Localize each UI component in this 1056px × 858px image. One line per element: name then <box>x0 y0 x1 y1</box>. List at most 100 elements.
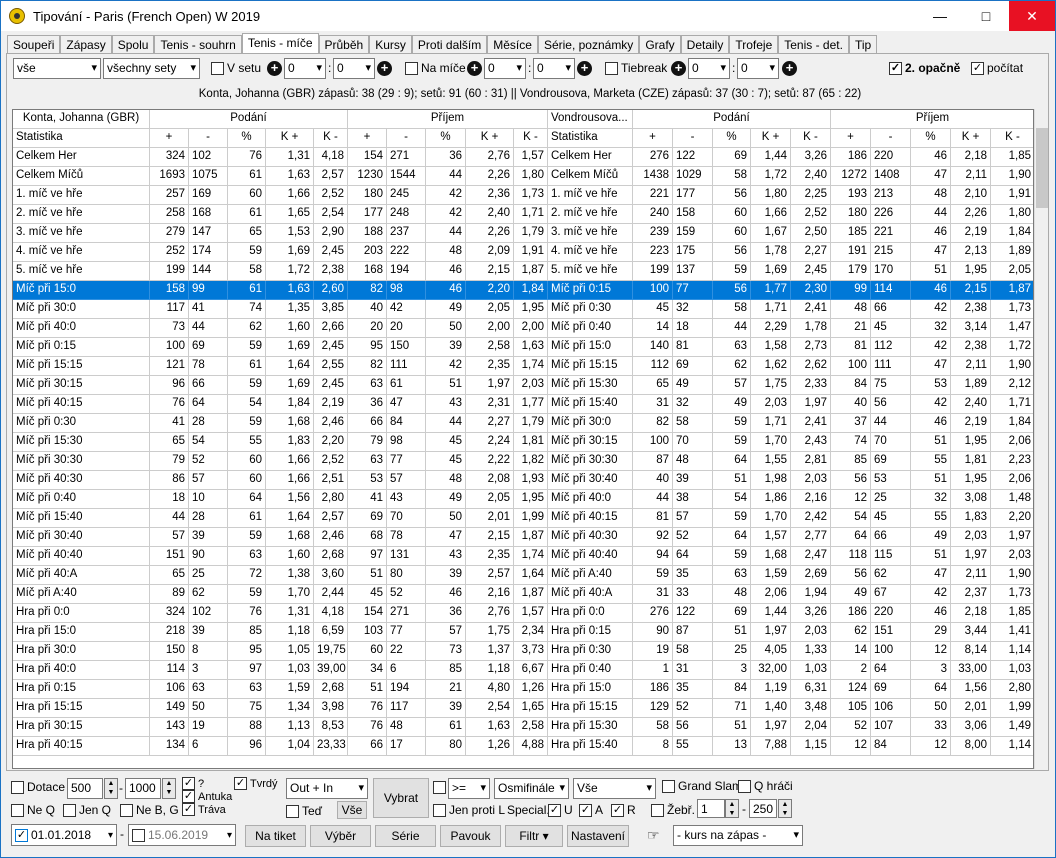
serie-button[interactable]: Série <box>375 825 436 847</box>
gte-checkbox[interactable] <box>433 781 449 794</box>
a-checkbox[interactable]: ✓ A <box>579 803 603 817</box>
jen-proti-l-checkbox[interactable]: Jen proti L <box>433 803 505 817</box>
tab-8[interactable]: Měsíce <box>487 35 538 53</box>
table-row[interactable]: 1. míč ve hře 257 169 60 1,66 2,52 180 245 42 2,3… <box>13 186 1033 205</box>
v-setu-b-select[interactable]: 0 <box>333 58 375 79</box>
out-in-select[interactable]: Out + In <box>286 778 368 799</box>
table-row[interactable]: Míč při A:40 89 62 59 1,70 2,44 45 52 46 2,16 1,87… <box>13 585 1033 604</box>
ne-q-checkbox[interactable]: Ne Q <box>11 803 55 817</box>
table-row[interactable]: 5. míč ve hře 199 144 58 1,72 2,38 168 194 46 2,1… <box>13 262 1033 281</box>
tab-13[interactable]: Tenis - det. <box>778 35 849 53</box>
opacne-checkbox[interactable]: ✓ 2. opačně <box>889 61 960 75</box>
table-row[interactable]: Míč při 0:30 41 28 59 1,68 2,46 66 84 44 2,27 1,79… <box>13 414 1033 433</box>
jen-q-checkbox[interactable]: Jen Q <box>63 803 111 817</box>
grand-slam-checkbox[interactable]: Grand Slam <box>662 779 742 793</box>
u-checkbox[interactable]: ✓ U <box>548 803 573 817</box>
na-mice-a-select[interactable]: 0 <box>484 58 526 79</box>
tab-14[interactable]: Tip <box>848 35 878 53</box>
table-row[interactable]: Míč při 0:15 100 69 59 1,69 2,45 95 150 39 2,58 1,… <box>13 338 1033 357</box>
zebr-from-input[interactable]: 1 <box>697 799 725 818</box>
trava-checkbox[interactable]: ✓ Tráva <box>182 803 226 816</box>
zebr-to-input[interactable]: 250 <box>749 799 777 818</box>
table-row[interactable]: Míč při 15:0 158 99 61 1,63 2,60 82 98 46 2,20 1,8… <box>13 281 1033 300</box>
gte-select[interactable]: >= <box>448 778 490 799</box>
antuka-checkbox[interactable]: ✓ Antuka <box>182 790 232 803</box>
tb-b-select[interactable]: 0 <box>737 58 779 79</box>
table-row[interactable]: Míč při 40:A 65 25 72 1,38 3,60 51 80 39 2,57 1,64… <box>13 566 1033 585</box>
table-row[interactable]: Míč při 30:15 96 66 59 1,69 2,45 63 61 51 1,97 2,0… <box>13 376 1033 395</box>
nastaveni-button[interactable]: Nastavení <box>567 825 629 847</box>
kurs-select[interactable]: - kurs na zápas - <box>673 825 803 846</box>
table-row[interactable]: Hra při 30:0 150 8 95 1,05 19,75 60 22 73 1,37 3,7… <box>13 642 1033 661</box>
ted-checkbox[interactable]: Teď <box>286 804 322 818</box>
table-row[interactable]: Míč při 30:30 79 52 60 1,66 2,52 63 77 45 2,22 1,8… <box>13 452 1033 471</box>
r-checkbox[interactable]: ✓ R <box>611 803 636 817</box>
tab-12[interactable]: Trofeje <box>729 35 779 53</box>
vertical-scrollbar[interactable] <box>1034 109 1048 769</box>
sets-select[interactable]: všechny sety <box>103 58 200 79</box>
table-row[interactable]: 4. míč ve hře 252 174 59 1,69 2,45 203 222 48 2,0… <box>13 243 1033 262</box>
dotace-to-spin[interactable]: ▲ ▼ <box>162 778 176 799</box>
na-tiket-button[interactable]: Na tiket <box>245 825 306 847</box>
ne-b-g-checkbox[interactable]: Ne B, G <box>120 803 179 817</box>
na-mice-b-select[interactable]: 0 <box>533 58 575 79</box>
table-row[interactable]: Míč při 40:15 76 64 54 1,84 2,19 36 47 43 2,31 1,7… <box>13 395 1033 414</box>
date-to-input[interactable]: 15.06.2019 ▾ <box>128 824 236 846</box>
q-hraci-checkbox[interactable]: Q hráči <box>738 779 793 793</box>
table-row[interactable]: Hra při 15:0 218 39 85 1,18 6,59 103 77 57 1,75 2,… <box>13 623 1033 642</box>
vse-button[interactable]: Vše <box>337 801 367 819</box>
vyber-button[interactable]: Výběr <box>310 825 371 847</box>
tab-10[interactable]: Grafy <box>639 35 681 53</box>
minimize-button[interactable]: — <box>917 1 963 31</box>
table-row[interactable]: 3. míč ve hře 279 147 65 1,53 2,90 188 237 44 2,2… <box>13 224 1033 243</box>
v-setu-plus2-icon[interactable]: + <box>377 61 392 76</box>
table-row[interactable]: Hra při 40:0 114 3 97 1,03 39,00 34 6 85 1,18 6,67… <box>13 661 1033 680</box>
tiebreak-checkbox[interactable]: Tiebreak <box>605 61 667 75</box>
tiebreak-plus2-icon[interactable]: + <box>782 61 797 76</box>
tab-11[interactable]: Detaily <box>680 35 730 53</box>
table-row[interactable]: Míč při 15:40 44 28 61 1,64 2,57 69 70 50 2,01 1,9… <box>13 509 1033 528</box>
v-setu-a-select[interactable]: 0 <box>284 58 326 79</box>
table-row[interactable]: Hra při 15:15 149 50 75 1,34 3,98 76 117 39 2,54 1… <box>13 699 1033 718</box>
table-row[interactable]: Hra při 40:15 134 6 96 1,04 23,33 66 17 80 1,26 4,… <box>13 737 1033 756</box>
tab-3[interactable]: Tenis - souhrn <box>154 35 242 53</box>
na-mice-plus2-icon[interactable]: + <box>577 61 592 76</box>
tiebreak-plus-icon[interactable]: + <box>671 61 686 76</box>
tab-7[interactable]: Proti dalším <box>411 35 488 53</box>
table-row[interactable]: Míč při 40:0 73 44 62 1,60 2,66 20 20 50 2,00 2,00… <box>13 319 1033 338</box>
v-setu-checkbox[interactable]: V setu <box>211 61 261 75</box>
table-row[interactable]: Míč při 0:40 18 10 64 1,56 2,80 41 43 49 2,05 1,95… <box>13 490 1033 509</box>
vse-select[interactable]: Vše <box>573 778 656 799</box>
pocitat-checkbox[interactable]: ✓ počítat <box>971 61 1023 75</box>
table-row[interactable]: Míč při 40:30 86 57 60 1,66 2,51 53 57 48 2,08 1,9… <box>13 471 1033 490</box>
table-row[interactable]: Hra při 30:15 143 19 88 1,13 8,53 76 48 61 1,63 2,… <box>13 718 1033 737</box>
scope-select[interactable]: vše <box>13 58 101 79</box>
table-row[interactable]: Hra při 0:0 324 102 76 1,31 4,18 154 271 36 2,76 1… <box>13 604 1033 623</box>
v-setu-plus-icon[interactable]: + <box>267 61 282 76</box>
dotace-from-spin[interactable]: ▲ ▼ <box>104 778 118 799</box>
zebr-to-spin[interactable]: ▲ ▼ <box>778 799 792 818</box>
table-row[interactable]: Celkem Míčů 1693 1075 61 1,63 2,57 1230 1544 44 2… <box>13 167 1033 186</box>
tab-4[interactable]: Tenis - míče <box>241 33 319 53</box>
table-row[interactable]: Míč při 30:0 117 41 74 1,35 3,85 40 42 49 2,05 1,9… <box>13 300 1033 319</box>
table-row[interactable]: Míč při 15:30 65 54 55 1,83 2,20 79 98 45 2,24 1,8… <box>13 433 1033 452</box>
scroll-thumb[interactable] <box>1036 128 1048 208</box>
zebr-checkbox[interactable]: Žebř. <box>651 803 695 817</box>
dotace-from-input[interactable]: 500 <box>67 778 103 799</box>
tb-a-select[interactable]: 0 <box>688 58 730 79</box>
tab-9[interactable]: Série, poznámky <box>537 35 640 53</box>
zebr-from-spin[interactable]: ▲ ▼ <box>725 799 739 818</box>
tab-6[interactable]: Kursy <box>369 35 412 53</box>
table-row[interactable]: Míč při 15:15 121 78 61 1,64 2,55 82 111 42 2,35 1… <box>13 357 1033 376</box>
close-button[interactable]: ✕ <box>1009 1 1055 31</box>
tab-0[interactable]: Soupeři <box>7 35 61 53</box>
filtr-button[interactable]: Filtr ▾ <box>505 825 563 847</box>
pavouk-button[interactable]: Pavouk <box>440 825 501 847</box>
dotace-checkbox[interactable]: Dotace <box>11 780 65 794</box>
maximize-button[interactable]: □ <box>963 1 1009 31</box>
table-row[interactable]: Míč při 40:40 151 90 63 1,60 2,68 97 131 43 2,35 1… <box>13 547 1033 566</box>
table-row[interactable]: 2. míč ve hře 258 168 61 1,65 2,54 177 248 42 2,4… <box>13 205 1033 224</box>
q-checkbox[interactable]: ✓? <box>182 777 204 790</box>
tvrdy-checkbox[interactable]: ✓ Tvrdý <box>234 777 278 790</box>
table-row[interactable]: Celkem Her 324 102 76 1,31 4,18 154 271 36 2,76 1,… <box>13 148 1033 167</box>
